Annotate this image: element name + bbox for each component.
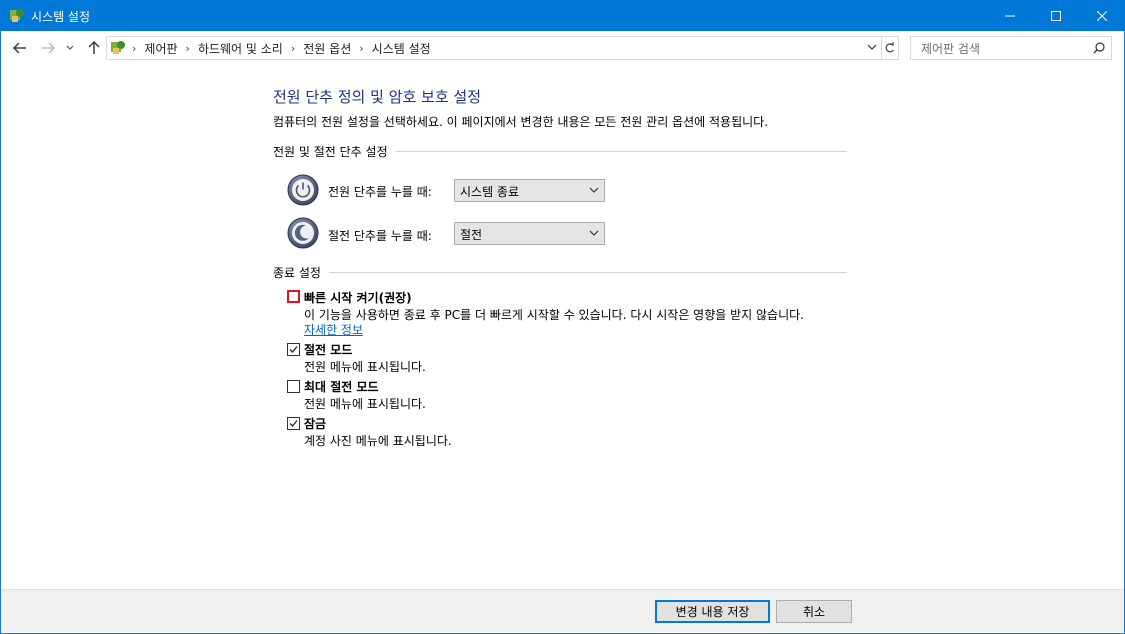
checkmark-icon — [289, 420, 298, 427]
breadcrumb-control-panel[interactable]: 제어판 — [144, 40, 177, 57]
maximize-icon — [1051, 10, 1061, 21]
chevron-down-icon — [589, 230, 599, 236]
chevron-right-icon: › — [132, 42, 137, 55]
divider — [395, 151, 847, 152]
breadcrumb-system-settings[interactable]: 시스템 설정 — [372, 40, 431, 57]
shutdown-group-heading-text: 종료 설정 — [273, 266, 321, 280]
lock-description: 계정 사진 메뉴에 표시됩니다. — [304, 434, 452, 448]
more-info-link[interactable]: 자세한 정보 — [304, 321, 363, 338]
window-title: 시스템 설정 — [31, 10, 91, 24]
chevron-right-icon: › — [359, 42, 364, 55]
minimize-icon — [1005, 15, 1015, 16]
close-icon — [1097, 10, 1107, 21]
breadcrumb: › 제어판 › 하드웨어 및 소리 › 전원 옵션 › 시스템 설정 — [132, 40, 431, 57]
control-panel-icon — [10, 9, 24, 22]
minimize-button[interactable] — [987, 0, 1033, 31]
sleep-description: 전원 메뉴에 표시됩니다. — [304, 360, 426, 374]
sleep-button-action-value: 절전 — [460, 228, 483, 242]
sleep-button-icon — [287, 217, 319, 249]
search-input[interactable]: 제어판 검색 — [921, 40, 980, 57]
chevron-right-icon: › — [185, 42, 190, 55]
fast-startup-label[interactable]: 빠른 시작 켜기(권장) — [304, 289, 412, 306]
sleep-button-label: 절전 단추를 누를 때: — [328, 229, 432, 243]
divider — [328, 272, 847, 273]
checkmark-icon — [289, 346, 298, 353]
forward-button[interactable] — [37, 38, 59, 58]
up-button[interactable] — [83, 38, 105, 58]
footer-bar — [1, 590, 1124, 632]
chevron-down-icon — [589, 187, 599, 193]
power-group-heading-text: 전원 및 절전 단추 설정 — [273, 145, 388, 159]
save-changes-button[interactable]: 변경 내용 저장 — [655, 600, 770, 623]
lock-checkbox[interactable] — [287, 417, 300, 430]
page-title: 전원 단추 정의 및 암호 보호 설정 — [273, 88, 482, 106]
back-button[interactable] — [9, 38, 31, 58]
cancel-button[interactable]: 취소 — [776, 600, 852, 623]
recent-locations-button[interactable] — [63, 38, 77, 58]
hibernate-label[interactable]: 최대 절전 모드 — [304, 378, 379, 395]
maximize-button[interactable] — [1033, 0, 1079, 31]
hibernate-checkbox[interactable] — [287, 380, 300, 393]
breadcrumb-hardware-sound[interactable]: 하드웨어 및 소리 — [198, 40, 283, 57]
power-group-heading: 전원 및 절전 단추 설정 — [273, 143, 847, 160]
power-button-action-value: 시스템 종료 — [460, 185, 520, 199]
search-box[interactable]: 제어판 검색 — [910, 36, 1112, 60]
power-button-icon — [287, 174, 319, 206]
title-bar[interactable]: 시스템 설정 — [0, 0, 1125, 31]
chevron-down-icon[interactable] — [867, 44, 877, 51]
sleep-checkbox[interactable] — [287, 343, 300, 356]
forward-arrow-icon — [42, 42, 55, 54]
search-icon[interactable] — [1093, 42, 1105, 54]
power-button-label: 전원 단추를 누를 때: — [328, 185, 432, 199]
refresh-icon — [885, 42, 894, 53]
refresh-button[interactable] — [880, 36, 899, 60]
address-bar[interactable]: › 제어판 › 하드웨어 및 소리 › 전원 옵션 › 시스템 설정 — [106, 36, 882, 60]
control-panel-icon — [111, 41, 125, 54]
fast-startup-checkbox[interactable] — [287, 290, 300, 303]
lock-label[interactable]: 잠금 — [304, 415, 326, 432]
sleep-button-action-select[interactable]: 절전 — [454, 222, 605, 245]
hibernate-description: 전원 메뉴에 표시됩니다. — [304, 397, 426, 411]
page-description: 컴퓨터의 전원 설정을 선택하세요. 이 페이지에서 변경한 내용은 모든 전원… — [273, 115, 769, 129]
recent-dropdown-icon — [66, 45, 74, 50]
breadcrumb-power-options[interactable]: 전원 옵션 — [303, 40, 351, 57]
fast-startup-description: 이 기능을 사용하면 종료 후 PC를 더 빠르게 시작할 수 있습니다. 다시… — [304, 308, 804, 322]
close-button[interactable] — [1079, 0, 1125, 31]
back-arrow-icon — [13, 42, 26, 54]
shutdown-group-heading: 종료 설정 — [273, 264, 847, 281]
power-button-action-select[interactable]: 시스템 종료 — [454, 179, 605, 202]
up-arrow-icon — [88, 41, 100, 54]
sleep-label[interactable]: 절전 모드 — [304, 341, 352, 358]
chevron-right-icon: › — [290, 42, 296, 55]
